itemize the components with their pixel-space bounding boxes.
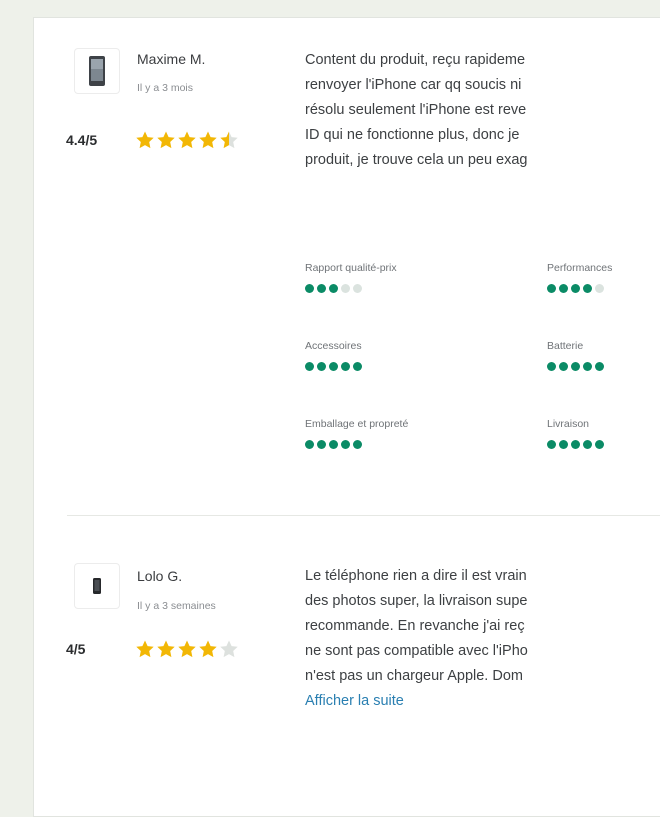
star-icon	[136, 640, 154, 658]
rating-dot	[353, 362, 362, 371]
star-icon	[157, 640, 175, 658]
rating-dot	[317, 440, 326, 449]
rating-dot	[583, 284, 592, 293]
criterion-accessories: Accessoires	[305, 340, 525, 371]
review-text-line: ne sont pas compatible avec l'iPho	[305, 643, 528, 659]
product-thumbnail	[74, 563, 120, 609]
review-criteria: Rapport qualité-prix Performances Access…	[305, 262, 660, 462]
criterion-delivery: Livraison	[547, 418, 660, 449]
review-text-line: ID qui ne fonctionne plus, donc je	[305, 127, 520, 143]
rating-dot	[559, 284, 568, 293]
show-more-link[interactable]: Afficher la suite	[305, 689, 660, 714]
star-icon	[157, 131, 175, 149]
rating-dot	[317, 362, 326, 371]
criterion-value-for-money: Rapport qualité-prix	[305, 262, 525, 293]
review-author: Lolo G.	[137, 568, 183, 584]
review-text: Le téléphone rien a dire il est vrain de…	[305, 564, 660, 714]
rating-dot	[341, 284, 350, 293]
criterion-dots	[547, 440, 660, 449]
star-rating	[135, 639, 239, 659]
rating-dot	[353, 284, 362, 293]
rating-dot	[571, 362, 580, 371]
criterion-label: Rapport qualité-prix	[305, 262, 397, 274]
rating-dot	[317, 284, 326, 293]
review-date: Il y a 3 semaines	[137, 600, 216, 612]
rating-dot	[571, 440, 580, 449]
rating-dot	[305, 284, 314, 293]
rating-dot	[595, 284, 604, 293]
criterion-packaging: Emballage et propreté	[305, 418, 525, 449]
rating-dot	[547, 284, 556, 293]
review-text-line: produit, je trouve cela un peu exag	[305, 152, 528, 168]
rating-dot	[329, 362, 338, 371]
criterion-dots	[305, 440, 525, 449]
criterion-label: Performances	[547, 262, 613, 274]
star-rating	[135, 130, 239, 150]
star-icon	[220, 131, 238, 149]
review-text: Content du produit, reçu rapideme renvoy…	[305, 48, 660, 173]
star-icon	[178, 640, 196, 658]
rating-dot	[559, 440, 568, 449]
rating-dot	[329, 284, 338, 293]
review-score: 4.4/5	[66, 132, 98, 148]
review-score: 4/5	[66, 641, 86, 657]
review-divider	[67, 515, 660, 516]
phone-icon	[93, 578, 101, 594]
criterion-label: Accessoires	[305, 340, 362, 352]
rating-dot	[305, 440, 314, 449]
criterion-label: Livraison	[547, 418, 590, 430]
reviews-card: Maxime M. Il y a 3 mois 4.4/5 Content du…	[33, 17, 660, 817]
rating-dot	[595, 362, 604, 371]
criterion-dots	[305, 362, 525, 371]
criterion-dots	[305, 284, 525, 293]
criterion-performance: Performances	[547, 262, 660, 293]
rating-dot	[559, 362, 568, 371]
rating-dot	[341, 440, 350, 449]
criterion-label: Emballage et propreté	[305, 418, 409, 430]
star-icon	[136, 131, 154, 149]
review-author: Maxime M.	[137, 51, 206, 67]
rating-dot	[595, 440, 604, 449]
rating-dot	[583, 440, 592, 449]
phone-icon	[89, 56, 105, 86]
review-text-line: résolu seulement l'iPhone est reve	[305, 102, 527, 118]
review-text-line: recommande. En revanche j'ai reç	[305, 618, 525, 634]
review-date: Il y a 3 mois	[137, 82, 194, 94]
criterion-battery: Batterie	[547, 340, 660, 371]
criterion-dots	[547, 284, 660, 293]
rating-dot	[547, 440, 556, 449]
rating-dot	[571, 284, 580, 293]
star-icon	[178, 131, 196, 149]
rating-dot	[305, 362, 314, 371]
star-icon	[199, 640, 217, 658]
review-text-line: des photos super, la livraison supe	[305, 593, 528, 609]
criterion-label: Batterie	[547, 340, 584, 352]
review-text-line: Content du produit, reçu rapideme	[305, 52, 526, 68]
rating-dot	[547, 362, 556, 371]
rating-dot	[353, 440, 362, 449]
star-icon	[199, 131, 217, 149]
star-icon	[220, 640, 238, 658]
review-text-line: n'est pas un chargeur Apple. Dom	[305, 668, 523, 684]
product-thumbnail	[74, 48, 120, 94]
review-text-line: renvoyer l'iPhone car qq soucis ni	[305, 77, 522, 93]
criterion-dots	[547, 362, 660, 371]
rating-dot	[329, 440, 338, 449]
review-text-line: Le téléphone rien a dire il est vrain	[305, 568, 527, 584]
rating-dot	[583, 362, 592, 371]
rating-dot	[341, 362, 350, 371]
